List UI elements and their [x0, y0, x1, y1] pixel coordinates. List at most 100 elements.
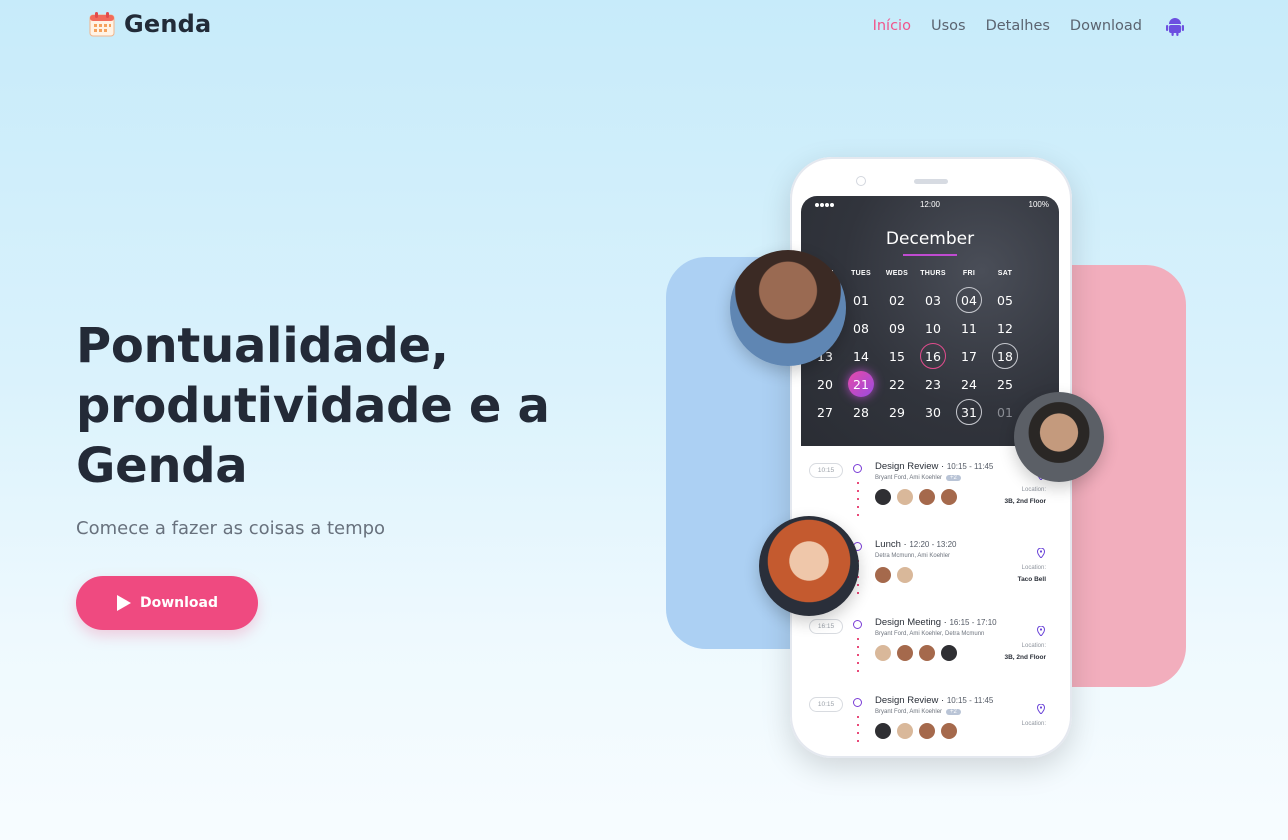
- attendee-avatars: [875, 723, 963, 739]
- user-photo-avatar: [759, 516, 859, 616]
- weekday-header: MON TUES WEDS THURS FRI SAT: [807, 270, 1059, 277]
- status-time: 12:00: [919, 200, 941, 209]
- avatar: [897, 567, 913, 583]
- calendar-day[interactable]: 18: [992, 343, 1018, 369]
- calendar-day[interactable]: 10: [920, 315, 946, 341]
- extra-people-badge: +2: [946, 475, 961, 481]
- location-label: Location:: [1021, 487, 1046, 493]
- user-photo-avatar: [730, 250, 846, 366]
- hero-title: Pontualidade, produtividade e a Genda: [76, 318, 550, 494]
- avatar: [875, 645, 891, 661]
- calendar-day[interactable]: 08: [848, 315, 874, 341]
- avatar: [941, 489, 957, 505]
- event-title: Lunch: [875, 539, 901, 550]
- calendar-day[interactable]: 30: [920, 399, 946, 425]
- weekday-label: SAT: [997, 270, 1013, 277]
- calendar-day[interactable]: 14: [848, 343, 874, 369]
- phone-speaker: [914, 179, 948, 184]
- event-people-row: Bryant Ford, Ami Koehler +2: [875, 475, 961, 481]
- avatar: [941, 645, 957, 661]
- location-label: Location:: [1021, 565, 1046, 571]
- time-chip: 16:15: [809, 619, 843, 634]
- brand-name: Genda: [124, 10, 212, 38]
- calendar-day[interactable]: 01: [848, 287, 874, 313]
- agenda-item[interactable]: 16:15 Design Meeting · 16:15 - 17:10 Bry…: [801, 604, 1059, 682]
- calendar-day[interactable]: 22: [884, 371, 910, 397]
- calendar-day[interactable]: 15: [884, 343, 910, 369]
- location-pin-icon: [1037, 548, 1045, 558]
- nav-menu: Início Usos Detalhes Download: [853, 0, 1184, 52]
- avatar: [941, 723, 957, 739]
- extra-people-badge: +2: [946, 709, 961, 715]
- timeline-dash: [857, 716, 859, 742]
- agenda-item[interactable]: 10:15 Design Review · 10:15 - 11:45 Brya…: [801, 682, 1059, 742]
- calendar-day-selected[interactable]: 21: [848, 371, 874, 397]
- calendar-day[interactable]: 05: [992, 287, 1018, 313]
- avatar: [875, 567, 891, 583]
- play-store-icon: [116, 595, 131, 611]
- avatar: [875, 723, 891, 739]
- calendar-day[interactable]: 24: [956, 371, 982, 397]
- location-value: Taco Bell: [1017, 576, 1046, 583]
- calendar-day[interactable]: 23: [920, 371, 946, 397]
- event-time: 10:15 - 11:45: [946, 462, 994, 471]
- location-value: 3B, 2nd Floor: [1004, 498, 1046, 505]
- calendar-day[interactable]: 20: [812, 371, 838, 397]
- calendar-day[interactable]: 17: [956, 343, 982, 369]
- attendee-avatars: [875, 489, 963, 505]
- nav-link-download[interactable]: Download: [1070, 18, 1142, 34]
- location-value: 3B, 2nd Floor: [1004, 654, 1046, 661]
- avatar: [919, 723, 935, 739]
- nav-link-inicio[interactable]: Início: [873, 18, 911, 34]
- calendar-day[interactable]: 01: [992, 399, 1018, 425]
- hero-subtitle: Comece a fazer as coisas a tempo: [76, 518, 386, 539]
- attendee-avatars: [875, 567, 919, 583]
- calendar-day[interactable]: 11: [956, 315, 982, 341]
- avatar: [897, 723, 913, 739]
- nav-link-detalhes[interactable]: Detalhes: [986, 18, 1050, 34]
- calendar-month: December: [885, 229, 975, 249]
- calendar-day[interactable]: 16: [920, 343, 946, 369]
- calendar-day[interactable]: 02: [884, 287, 910, 313]
- timeline-dot: [853, 464, 862, 473]
- calendar-logo-icon: [88, 10, 116, 38]
- event-people: Detra Mcmunn, Ami Koehler: [875, 553, 951, 559]
- calendar-day[interactable]: 04: [956, 287, 982, 313]
- timeline-dot: [853, 698, 862, 707]
- time-chip: 10:15: [809, 697, 843, 712]
- nav-link-usos[interactable]: Usos: [931, 18, 966, 34]
- event-title: Design Review: [875, 695, 939, 706]
- location-label: Location:: [1021, 643, 1046, 649]
- event-time: 10:15 - 11:45: [946, 696, 994, 705]
- calendar-day[interactable]: 09: [884, 315, 910, 341]
- calendar-day[interactable]: 31: [956, 399, 982, 425]
- event-title: Design Review: [875, 461, 939, 472]
- location-pin-icon: [1037, 704, 1045, 714]
- avatar: [897, 645, 913, 661]
- avatar: [897, 489, 913, 505]
- download-button[interactable]: Download: [76, 576, 258, 630]
- calendar-day[interactable]: 12: [992, 315, 1018, 341]
- event-title-row: Lunch · 12:20 - 13:20: [875, 539, 957, 550]
- calendar-day[interactable]: 25: [992, 371, 1018, 397]
- timeline-dash: [857, 482, 859, 520]
- event-title-row: Design Meeting · 16:15 - 17:10: [875, 617, 997, 628]
- event-title: Design Meeting: [875, 617, 942, 628]
- event-people: Bryant Ford, Ami Koehler: [875, 709, 943, 715]
- event-title-row: Design Review · 10:15 - 11:45: [875, 461, 994, 472]
- phone-camera: [856, 176, 866, 186]
- calendar-day[interactable]: 27: [812, 399, 838, 425]
- download-button-label: Download: [139, 595, 219, 611]
- android-icon[interactable]: [1166, 16, 1184, 36]
- event-people: Bryant Ford, Ami Koehler: [875, 475, 943, 481]
- phone-screen: 12:00 100% December MON TUES WEDS THURS …: [801, 196, 1059, 742]
- calendar-day[interactable]: 29: [884, 399, 910, 425]
- calendar-day[interactable]: 28: [848, 399, 874, 425]
- location-label: Location:: [1021, 721, 1046, 727]
- month-underline: [903, 254, 957, 256]
- location-pin-icon: [1037, 626, 1045, 636]
- weekday-label: TUES: [851, 270, 871, 277]
- brand[interactable]: Genda: [88, 10, 211, 38]
- event-people: Bryant Ford, Ami Koehler, Detra Mcmunn: [875, 631, 985, 637]
- calendar-day[interactable]: 03: [920, 287, 946, 313]
